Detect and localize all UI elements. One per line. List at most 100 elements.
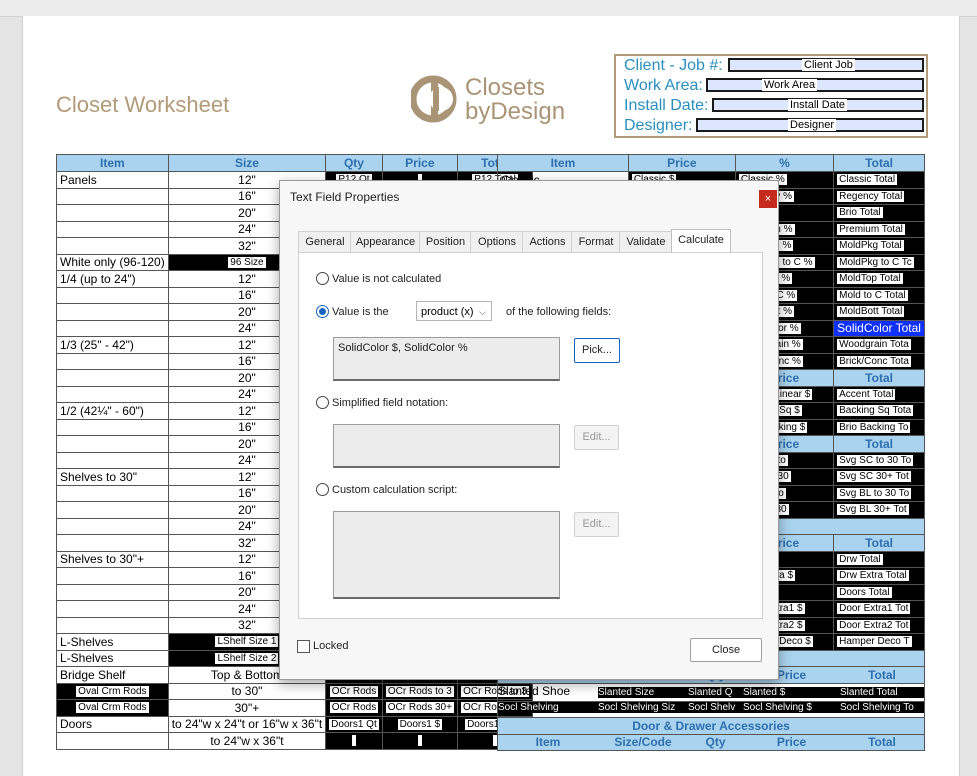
left-cell-price[interactable]: OCr Rods to 3	[381, 682, 458, 700]
cell-size[interactable]: Socl Shelving Siz	[598, 702, 688, 714]
left-cell-price[interactable]	[381, 732, 458, 750]
cell-text	[417, 735, 422, 747]
company-logo: Closets byDesign	[411, 72, 581, 130]
edit-script-button[interactable]: Edit...	[574, 512, 619, 537]
section5-row: Slanted Shoe Slanted Size Slanted Q Slanted…	[497, 682, 925, 702]
cell-total[interactable]: Slanted Total	[840, 686, 924, 698]
right-cell-total[interactable]: Brick/Conc Tota	[833, 352, 925, 370]
cell-total[interactable]: Backing Sq Tota	[833, 402, 925, 420]
cell-price[interactable]: Slanted $	[743, 686, 840, 698]
operation-select[interactable]: product (x) ⌵	[416, 301, 492, 321]
cell-text: 20"	[238, 585, 256, 600]
left-cell-size: to 24"w x 24"t or 16"w x 36"t	[167, 715, 327, 733]
cell-total[interactable]: Drw Extra Total	[833, 567, 925, 585]
radio-custom-script[interactable]	[316, 483, 329, 496]
cell-text: 16"	[238, 420, 256, 435]
dialog-title: Text Field Properties	[290, 190, 400, 204]
right-cell-total[interactable]: Woodgrain Tota	[833, 336, 925, 354]
cell-text: to 30"	[231, 684, 263, 699]
cell-text: Drw Extra Total	[837, 570, 909, 582]
left-cell-qty[interactable]: OCr Rods	[325, 699, 383, 717]
left-cell-size: 30"+	[167, 699, 327, 717]
cell-total[interactable]: Door Extra2 Tot	[833, 616, 925, 634]
cell-text: Woodgrain Tota	[837, 339, 911, 351]
cell-text: Drw Total	[837, 553, 883, 565]
left-cell-item	[56, 352, 169, 370]
left-cell-item	[56, 319, 169, 337]
left-cell-item: Panels	[56, 171, 169, 189]
cell-text: MoldPkg to C Tc	[837, 256, 914, 268]
close-icon[interactable]: ×	[759, 190, 777, 208]
tab-format[interactable]: Format	[571, 231, 621, 252]
radio-value-is[interactable]	[316, 305, 329, 318]
calculation-fields-box[interactable]: SolidColor $, SolidColor %	[333, 337, 560, 381]
tab-general[interactable]: General	[298, 231, 352, 252]
right-cell-total[interactable]: MoldBott Total	[833, 303, 925, 321]
table-row: to 24"w x 36"t	[56, 732, 534, 750]
cell-price[interactable]: Socl Shelving $	[743, 702, 840, 714]
left-cell-qty[interactable]: OCr Rods	[325, 682, 383, 700]
right-cell-total[interactable]: MoldPkg to C Tc	[833, 253, 925, 271]
tab-calculate[interactable]: Calculate	[671, 229, 731, 252]
cell-total[interactable]: Hamper Deco T	[833, 633, 925, 651]
locked-label: Locked	[313, 640, 349, 652]
right-cell-total[interactable]: Brio Total	[833, 204, 925, 222]
locked-checkbox[interactable]	[297, 640, 310, 653]
cell-total[interactable]: Svg SC 30+ Tot	[833, 468, 925, 486]
cell-total[interactable]: Svg SC to 30 To	[833, 451, 925, 469]
left-cell-price[interactable]: OCr Rods 30+	[381, 699, 458, 717]
cell-total[interactable]: Door Extra1 Tot	[833, 600, 925, 618]
tab-actions[interactable]: Actions	[522, 231, 573, 252]
cell-total[interactable]: Drw Total	[833, 550, 925, 568]
left-cell-item	[56, 286, 169, 304]
cell-text: 16"	[238, 486, 256, 501]
simplified-notation-box[interactable]	[333, 424, 560, 468]
label-value-is: Value is the	[332, 306, 389, 318]
info-row-work-area: Work Area: Work Area	[616, 76, 926, 96]
left-cell-item	[56, 567, 169, 585]
right-cell-total[interactable]: SolidColor Total	[833, 319, 925, 337]
cell-total[interactable]: Doors Total	[833, 583, 925, 601]
pick-button[interactable]: Pick...	[574, 338, 620, 363]
cell-text	[351, 735, 356, 747]
cell-text: Mold to C Total	[837, 289, 908, 301]
right-cell-total[interactable]: MoldTop Total	[833, 270, 925, 288]
section-col-header: Qty	[705, 735, 726, 750]
tab-appearance[interactable]: Appearance	[350, 231, 421, 252]
cell-total[interactable]: Svg BL to 30 To	[833, 484, 925, 502]
cell-text: 24"	[238, 387, 256, 402]
radio-simplified[interactable]	[316, 396, 329, 409]
tab-position[interactable]: Position	[419, 231, 472, 252]
left-cell-qty[interactable]	[325, 732, 383, 750]
left-cell-item	[56, 484, 169, 502]
cell-text: 32"	[238, 238, 256, 253]
cell-text: 12"	[238, 337, 256, 352]
close-button[interactable]: Close	[690, 638, 762, 662]
right-cell-total[interactable]: Premium Total	[833, 220, 925, 238]
cell-text: 30"+	[234, 700, 260, 715]
left-cell-price[interactable]: Doors1 $	[381, 715, 458, 733]
left-cell-qty[interactable]: Doors1 Qt	[325, 715, 383, 733]
right-cell-total[interactable]: Regency Total	[833, 187, 925, 205]
cell-text: Shelves to 30"+	[60, 552, 144, 567]
cell-text: 16"	[238, 288, 256, 303]
section-col-header: Total	[833, 435, 925, 453]
cell-item: Socl Shelving	[498, 702, 598, 714]
cell-qty[interactable]: Socl Shelv	[688, 702, 743, 714]
left-cell-item	[56, 616, 169, 634]
cell-text: L-Shelves	[60, 651, 114, 666]
cell-size[interactable]: Slanted Size	[598, 686, 688, 698]
cell-qty[interactable]: Slanted Q	[688, 686, 743, 698]
cell-total[interactable]: Socl Shelving To	[840, 702, 924, 714]
cell-total[interactable]: Accent Total	[833, 385, 925, 403]
cell-total[interactable]: Svg BL 30+ Tot	[833, 501, 925, 519]
tab-options[interactable]: Options	[470, 231, 524, 252]
right-cell-total[interactable]: Mold to C Total	[833, 286, 925, 304]
right-cell-total[interactable]: MoldPkg Total	[833, 237, 925, 255]
right-cell-total[interactable]: Classic Total	[833, 171, 925, 189]
tab-validate[interactable]: Validate	[619, 231, 673, 252]
radio-not-calculated[interactable]	[316, 272, 329, 285]
custom-script-box[interactable]	[333, 511, 560, 599]
cell-total[interactable]: Brio Backing To	[833, 418, 925, 436]
edit-simplified-button[interactable]: Edit...	[574, 425, 619, 450]
